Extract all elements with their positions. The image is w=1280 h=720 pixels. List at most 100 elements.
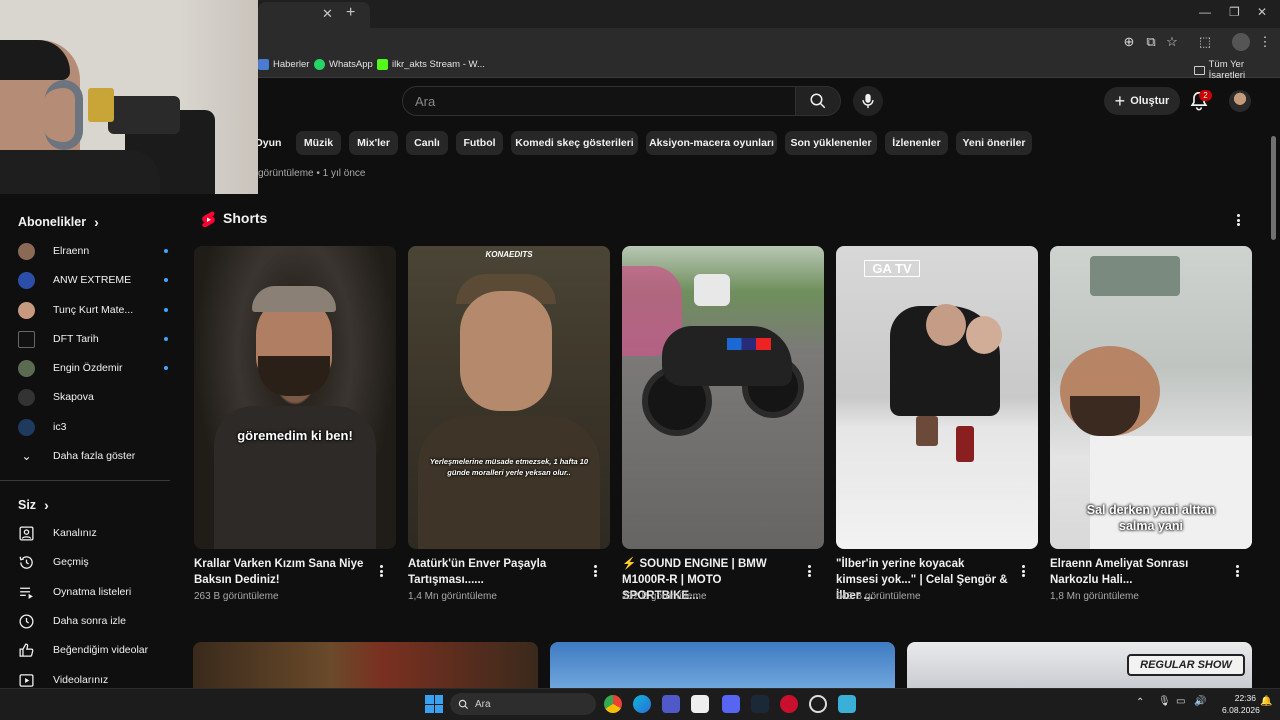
- shorts-more-icon[interactable]: [1233, 212, 1243, 228]
- sidebar-item-label: Tunç Kurt Mate...: [53, 304, 134, 316]
- short-title[interactable]: Elraenn Ameliyat Sonrası Narkozlu Hali..…: [1050, 556, 1222, 588]
- new-tab-icon[interactable]: +: [346, 4, 355, 22]
- teams-icon[interactable]: [662, 695, 680, 713]
- channel-avatar: [18, 271, 35, 289]
- bookmark-haberler[interactable]: Haberler: [258, 59, 309, 70]
- short-thumbnail[interactable]: göremedim ki ben!: [194, 246, 396, 549]
- sidebar-item-oynatma-listeleri[interactable]: Oynatma listeleri: [18, 581, 158, 603]
- account-avatar[interactable]: [1229, 90, 1251, 112]
- taskbar-search[interactable]: Ara: [450, 693, 596, 715]
- sidebar-item-label: Skapova: [53, 391, 94, 403]
- video-thumbnail[interactable]: [550, 642, 895, 688]
- snipping-tool-icon[interactable]: [691, 695, 709, 713]
- short-title[interactable]: Atatürk'ün Enver Paşayla Tartışması.....…: [408, 556, 580, 588]
- subscriptions-header[interactable]: Abonelikler ›: [18, 214, 99, 230]
- tab-close-icon[interactable]: ✕: [322, 6, 333, 22]
- short-more-icon[interactable]: [376, 563, 386, 579]
- sidebar-item-label: Geçmiş: [53, 556, 89, 568]
- short-thumbnail[interactable]: Sal derken yani alttan salma yani: [1050, 246, 1252, 549]
- page-scrollbar[interactable]: [1271, 136, 1276, 240]
- sidebar-item-label: Daha sonra izle: [53, 615, 126, 627]
- short-thumbnail[interactable]: KONAEDITS Yerleşmelerine müsade etmezsek…: [408, 246, 610, 549]
- sidebar-sub-anw-extreme[interactable]: ANW EXTREME: [18, 269, 168, 291]
- sidebar-item-kanaliniz[interactable]: Kanalınız: [18, 522, 158, 544]
- windows-start-icon[interactable]: [425, 695, 443, 713]
- bookmark-star-icon[interactable]: ☆: [1163, 33, 1181, 51]
- short-overlay-text: Yerleşmelerine müsade etmezsek, 1 hafta …: [429, 457, 589, 477]
- sidebar-sub-tunc-kurt[interactable]: Tunç Kurt Mate...: [18, 299, 168, 321]
- chip-izlenenler[interactable]: İzlenenler: [885, 131, 948, 155]
- sidebar-item-gecmis[interactable]: Geçmiş: [18, 551, 158, 573]
- network-icon[interactable]: ▭: [1176, 696, 1185, 707]
- chrome-icon[interactable]: [604, 695, 622, 713]
- install-app-icon[interactable]: ⧉: [1142, 33, 1160, 51]
- sidebar-show-more[interactable]: ⌄ Daha fazla göster: [18, 445, 158, 467]
- tray-chevron-icon[interactable]: ⌃: [1136, 697, 1144, 708]
- chip-mixler[interactable]: Mix'ler: [349, 131, 398, 155]
- bookmark-whatsapp[interactable]: WhatsApp: [314, 59, 373, 70]
- file-app-icon[interactable]: [838, 695, 856, 713]
- chip-yeni-oneriler[interactable]: Yeni öneriler: [956, 131, 1032, 155]
- search-input[interactable]: [403, 87, 795, 115]
- video-thumbnail[interactable]: REGULAR SHOW: [907, 642, 1252, 688]
- sidebar-sub-dft-tarih[interactable]: DFT Tarih: [18, 328, 168, 350]
- app-red-icon[interactable]: [780, 695, 798, 713]
- chip-futbol[interactable]: Futbol: [456, 131, 503, 155]
- you-section-header[interactable]: Siz ›: [18, 497, 49, 513]
- short-thumbnail[interactable]: [622, 246, 824, 549]
- minimize-icon[interactable]: —: [1199, 5, 1211, 19]
- chip-komedi[interactable]: Komedi skeç gösterileri: [511, 131, 638, 155]
- history-icon: [19, 555, 33, 569]
- voice-search-button[interactable]: [853, 86, 883, 116]
- bookmark-label: WhatsApp: [329, 59, 373, 70]
- sidebar-sub-ic3[interactable]: ic3: [18, 416, 158, 438]
- sidebar-sub-skapova[interactable]: Skapova: [18, 386, 158, 408]
- short-more-icon[interactable]: [804, 563, 814, 579]
- sidebar-sub-elraenn[interactable]: Elraenn: [18, 240, 168, 262]
- sidebar-sub-engin-ozdemir[interactable]: Engin Özdemir: [18, 357, 168, 379]
- restore-icon[interactable]: ❐: [1229, 5, 1240, 19]
- short-more-icon[interactable]: [590, 563, 600, 579]
- video-thumbnail[interactable]: [193, 642, 538, 688]
- sidebar-item-daha-sonra-izle[interactable]: Daha sonra izle: [18, 610, 158, 632]
- sidebar-item-label: Videolarınız: [53, 674, 109, 686]
- notification-center-icon[interactable]: 🔔: [1260, 696, 1272, 707]
- short-title[interactable]: Krallar Varken Kızım Sana Niye Baksın De…: [194, 556, 366, 588]
- zoom-icon[interactable]: ⊕: [1120, 33, 1138, 51]
- sidebar-item-label: Beğendiğim videolar: [53, 644, 149, 656]
- taskbar-clock[interactable]: 22:36 6.08.2026: [1222, 692, 1260, 716]
- short-overlay-text: Sal derken yani alttan salma yani: [1086, 503, 1216, 533]
- sidebar-item-begendigim-videolar[interactable]: Beğendiğim videolar: [18, 639, 158, 661]
- thumb-car: [694, 274, 730, 306]
- discord-icon[interactable]: [722, 695, 740, 713]
- channel-avatar: [18, 301, 35, 319]
- chair-headrest: [108, 96, 180, 134]
- sidebar-item-label: Daha fazla göster: [53, 450, 136, 462]
- short-more-icon[interactable]: [1018, 563, 1028, 579]
- profile-icon[interactable]: [1232, 33, 1250, 51]
- edge-icon[interactable]: [633, 695, 651, 713]
- create-button[interactable]: + Oluştur: [1104, 87, 1180, 115]
- short-thumbnail[interactable]: GA TV: [836, 246, 1038, 549]
- chip-aksiyon[interactable]: Aksiyon-macera oyunları: [646, 131, 777, 155]
- thumb-monitor: [1090, 256, 1180, 296]
- chip-son-yuklenenler[interactable]: Son yüklenenler: [785, 131, 877, 155]
- short-more-icon[interactable]: [1232, 563, 1242, 579]
- microphone-icon: [862, 93, 874, 109]
- short-views: 232 B görüntüleme: [622, 591, 707, 602]
- volume-icon[interactable]: 🔊: [1194, 696, 1206, 707]
- window-close-icon[interactable]: ✕: [1257, 5, 1267, 19]
- search-button[interactable]: [795, 86, 841, 116]
- microphone-icon[interactable]: 🎙: [1158, 696, 1171, 707]
- thumb-cup: [916, 416, 938, 446]
- steam-icon[interactable]: [751, 695, 769, 713]
- browser-menu-icon[interactable]: ⋮: [1256, 33, 1274, 51]
- chip-muzik[interactable]: Müzik: [296, 131, 341, 155]
- search-box[interactable]: [402, 86, 796, 116]
- obs-icon[interactable]: [809, 695, 827, 713]
- thumbs-up-icon: [19, 642, 34, 657]
- channel-avatar: [18, 330, 35, 348]
- bookmark-kick[interactable]: ilkr_akts Stream - W...: [377, 59, 485, 70]
- chip-canli[interactable]: Canlı: [406, 131, 448, 155]
- extensions-icon[interactable]: ⬚: [1196, 33, 1214, 51]
